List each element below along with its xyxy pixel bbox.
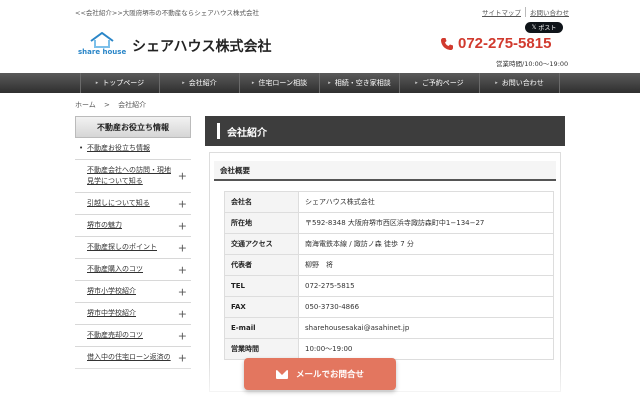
sidebar-item[interactable]: 不動産購入のコツ + [75, 259, 191, 281]
caret-icon: ▸ [182, 80, 185, 86]
top-links: サイトマップ お問い合わせ [478, 7, 573, 17]
breadcrumb-current: 会社紹介 [118, 101, 147, 109]
plus-icon[interactable]: + [178, 286, 187, 297]
phone-number[interactable]: 072-275-5815 [440, 35, 551, 52]
sidebar-item[interactable]: 不動産探しのポイント + [75, 237, 191, 259]
page-title: 会社紹介 [205, 116, 565, 146]
caret-icon: ▸ [95, 80, 99, 86]
x-post-button[interactable]: 𝕏 ポスト [525, 22, 563, 33]
nav-loan[interactable]: ▸ 住宅ローン相談 [240, 73, 320, 93]
breadcrumb-separator: > [104, 101, 110, 109]
site-logo[interactable]: share house [78, 30, 126, 60]
table-row: 会社名 シェアハウス株式会社 [224, 191, 554, 213]
caret-icon: ▸ [251, 80, 255, 86]
plus-icon[interactable]: + [178, 198, 187, 209]
plus-icon[interactable]: + [178, 352, 187, 363]
sidebar-item[interactable]: 引越しについて知る + [75, 193, 191, 215]
nav-contact[interactable]: ▸ お問い合わせ [480, 73, 560, 93]
sidebar: 不動産お役立ち情報 • 不動産お役立ち情報 不動産会社への訪問・現地見学について知… [75, 116, 191, 369]
site-tagline: <<会社紹介>>大阪府堺市の不動産ならシェアハウス株式会社 [75, 9, 260, 17]
caret-icon: ▸ [495, 80, 498, 86]
mail-contact-button[interactable]: メールでお問合せ [244, 358, 396, 390]
breadcrumb: ホーム > 会社紹介 [75, 100, 146, 110]
table-row: FAX 050-3730-4866 [224, 296, 554, 318]
caret-icon: ▸ [328, 80, 331, 86]
section-heading: 会社概要 [214, 161, 556, 181]
sidebar-item[interactable]: 不動産売却のコツ + [75, 325, 191, 347]
table-row: 所在地 〒592-8348 大阪府堺市西区浜寺諏訪森町中1−134−27 [224, 212, 554, 234]
caret-icon: ▸ [415, 80, 418, 86]
company-table: 会社名 シェアハウス株式会社 所在地 〒592-8348 大阪府堺市西区浜寺諏訪森町… [224, 191, 554, 360]
sidebar-item[interactable]: 堺市中学校紹介 + [75, 303, 191, 325]
sidebar-heading: 不動産お役立ち情報 [75, 116, 191, 138]
phone-icon [441, 37, 453, 50]
main-content: 会社紹介 会社概要 会社名 シェアハウス株式会社 所在地 〒592-8348 大阪府… [205, 116, 565, 392]
house-logo-icon [90, 32, 114, 48]
plus-icon[interactable]: + [178, 330, 187, 341]
table-row: 営業時間 10:00〜19:00 [224, 338, 554, 360]
company-name: シェアハウス株式会社 [132, 39, 272, 55]
x-logo-icon: 𝕏 [531, 24, 537, 31]
envelope-icon [275, 369, 288, 379]
nav-inheritance[interactable]: ▸ 相続・空き家相談 [320, 73, 400, 93]
table-row: 代表者 柳野 将 [224, 254, 554, 276]
table-row: E-mail sharehousesakai@asahinet.jp [224, 317, 554, 339]
business-hours: 営業時間/10:00〜19:00 [496, 60, 569, 68]
plus-icon[interactable]: + [178, 220, 187, 231]
sidebar-item[interactable]: 借入中の住宅ローン返済の + [75, 347, 191, 369]
nav-reservation[interactable]: ▸ ご予約ページ [400, 73, 480, 93]
plus-icon[interactable]: + [178, 264, 187, 275]
plus-icon[interactable]: + [178, 242, 187, 253]
sidebar-item[interactable]: 不動産会社への訪問・現地見学について知る + [75, 160, 191, 193]
nav-company[interactable]: ▸ 会社紹介 [160, 73, 240, 93]
sitemap-link[interactable]: サイトマップ [478, 7, 526, 17]
table-row: TEL 072-275-5815 [224, 275, 554, 297]
contact-link[interactable]: お問い合わせ [526, 7, 573, 17]
logo-text: share house [78, 48, 127, 56]
nav-top[interactable]: ▸ トップページ [80, 73, 160, 93]
title-accent-bar [217, 123, 220, 139]
bullet-icon: • [79, 144, 84, 152]
company-panel: 会社概要 会社名 シェアハウス株式会社 所在地 〒592-8348 大阪府堺市西区浜… [209, 152, 561, 392]
sidebar-item[interactable]: 堺市小学校紹介 + [75, 281, 191, 303]
main-nav: ▸ トップページ ▸ 会社紹介 ▸ 住宅ローン相談 ▸ 相続・空き家相談 ▸ ご予約ページ… [0, 73, 640, 93]
sidebar-item[interactable]: • 不動産お役立ち情報 [75, 138, 191, 160]
sidebar-item[interactable]: 堺市の魅力 + [75, 215, 191, 237]
table-row: 交通アクセス 南海電鉄本線 / 諏訪ノ森 徒歩 7 分 [224, 233, 554, 255]
breadcrumb-home[interactable]: ホーム [75, 101, 96, 109]
plus-icon[interactable]: + [178, 308, 187, 319]
plus-icon[interactable]: + [178, 171, 187, 182]
top-bar: <<会社紹介>>大阪府堺市の不動産ならシェアハウス株式会社 サイトマップ お問い… [0, 0, 640, 18]
